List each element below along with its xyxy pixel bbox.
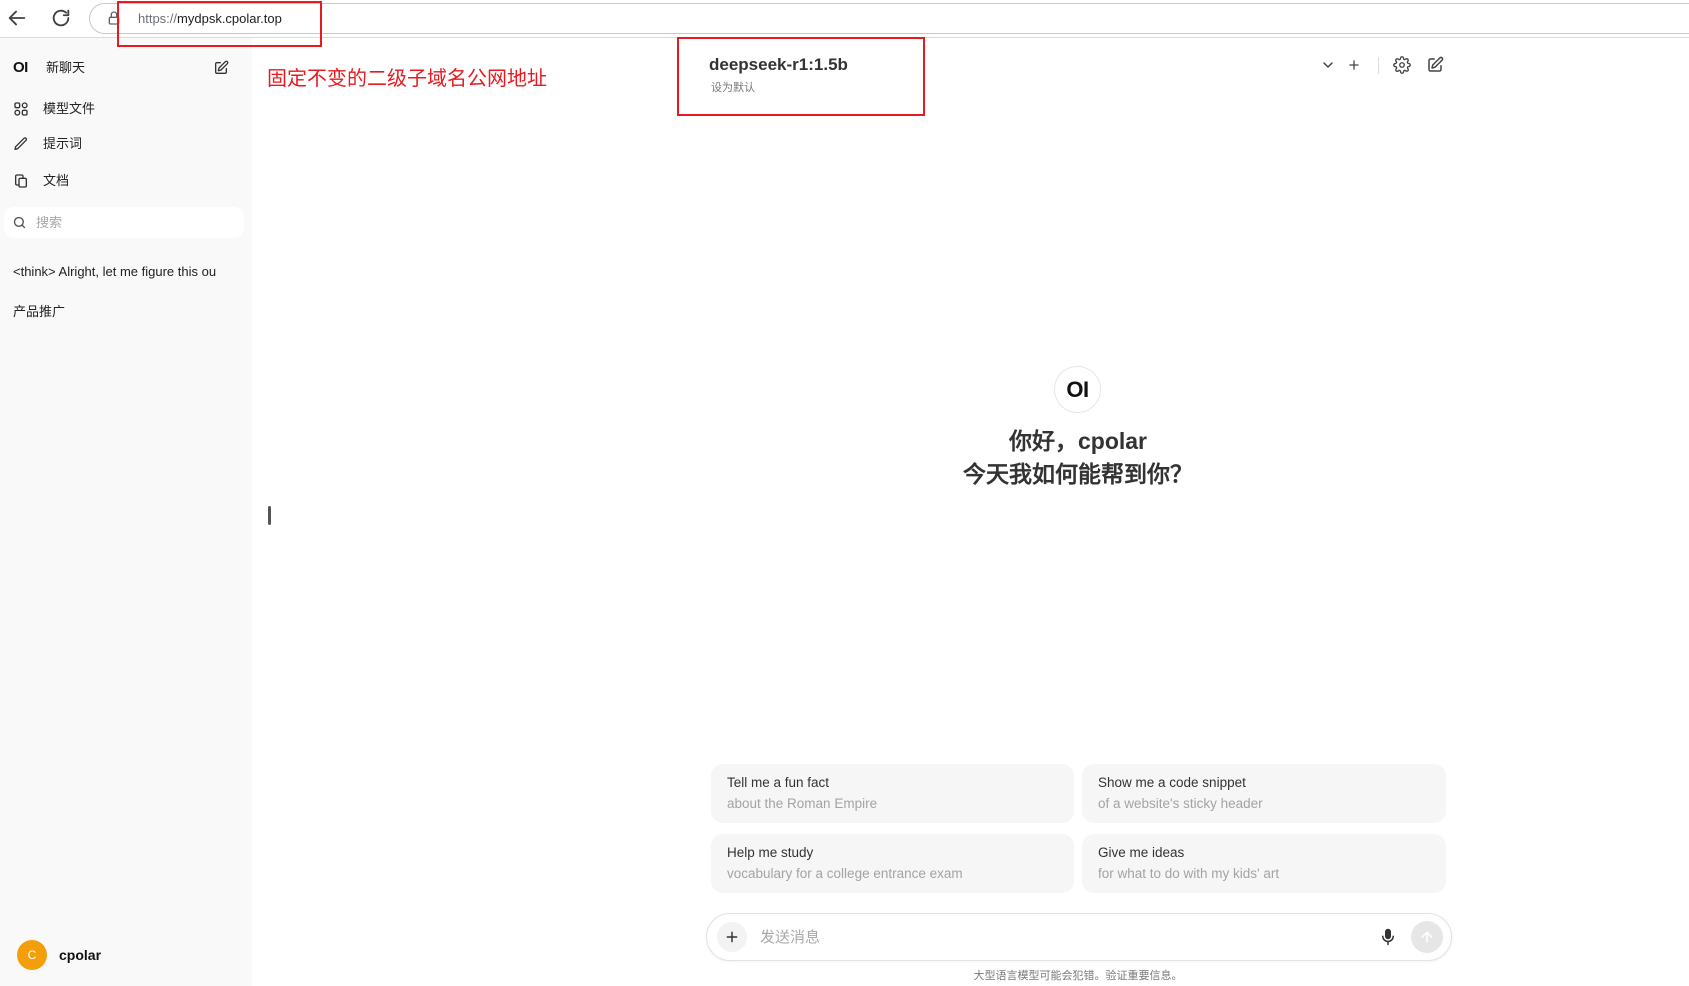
- search-icon: [12, 215, 27, 230]
- compose-icon[interactable]: [1426, 56, 1444, 74]
- microphone-icon[interactable]: [1379, 928, 1397, 946]
- sidebar-item-label: 文档: [43, 173, 70, 188]
- app-logo: OI: [13, 59, 28, 76]
- chat-title: 产品推广: [13, 304, 66, 319]
- suggestion-card[interactable]: Give me ideas for what to do with my kid…: [1082, 834, 1446, 893]
- suggestion-subtitle: about the Roman Empire: [727, 796, 878, 811]
- welcome-logo: OI: [1054, 366, 1101, 413]
- sidebar: OI 新聊天 模型文件 提示词 文档 搜索 <think> Alright, l…: [0, 38, 252, 986]
- sidebar-item-models[interactable]: 模型文件: [0, 94, 252, 124]
- annotation-box-model: [677, 37, 925, 116]
- suggestion-title: Show me a code snippet: [1098, 775, 1246, 790]
- copy-icon: [13, 173, 29, 189]
- suggestion-card[interactable]: Help me study vocabulary for a college e…: [711, 834, 1074, 893]
- plus-icon: [726, 931, 738, 943]
- sidebar-toggle-handle[interactable]: [268, 506, 271, 525]
- suggestion-subtitle: vocabulary for a college entrance exam: [727, 866, 963, 881]
- user-menu-button[interactable]: C cpolar: [0, 940, 252, 970]
- user-name: cpolar: [59, 947, 102, 963]
- chat-history-item[interactable]: 产品推广: [6, 297, 242, 327]
- chat-title: <think> Alright, let me figure this ou: [13, 264, 217, 279]
- address-bar[interactable]: https://mydpsk.cpolar.top: [89, 3, 1689, 34]
- suggestion-subtitle: of a website's sticky header: [1098, 796, 1263, 811]
- refresh-icon: [52, 9, 70, 27]
- chevron-down-icon[interactable]: [1320, 57, 1336, 73]
- attach-button[interactable]: [717, 922, 747, 952]
- sidebar-item-prompts[interactable]: 提示词: [0, 129, 252, 159]
- search-box[interactable]: [4, 207, 244, 238]
- back-button[interactable]: [6, 7, 28, 29]
- new-chat-button[interactable]: OI 新聊天: [0, 53, 252, 83]
- sidebar-item-documents[interactable]: 文档: [0, 166, 252, 196]
- plus-icon[interactable]: [1347, 58, 1361, 72]
- greeting-subtitle: 今天我如何能帮到你？: [963, 461, 1193, 487]
- new-chat-label: 新聊天: [46, 60, 86, 75]
- annotation-label: 固定不变的二级子域名公网地址: [267, 68, 547, 90]
- suggestion-card[interactable]: Tell me a fun fact about the Roman Empir…: [711, 764, 1074, 823]
- sidebar-item-label: 提示词: [43, 136, 83, 151]
- main-area: deepseek-r1:1.5b 设为默认 OI 你好，cpolar 今天我如何…: [252, 38, 1689, 986]
- message-input[interactable]: [760, 914, 1360, 960]
- arrow-left-icon: [8, 10, 26, 26]
- compose-icon[interactable]: [213, 60, 229, 76]
- page: https://mydpsk.cpolar.top OI 新聊天 模型文件 提示…: [0, 0, 1689, 986]
- greeting-title: 你好，cpolar: [1008, 428, 1148, 454]
- arrow-up-icon: [1421, 931, 1433, 943]
- pencil-icon: [13, 136, 29, 152]
- disclaimer-text: 大型语言模型可能会犯错。验证重要信息。: [973, 970, 1183, 982]
- chat-history-item[interactable]: <think> Alright, let me figure this ou: [6, 257, 242, 287]
- sidebar-item-label: 模型文件: [43, 101, 96, 116]
- annotation-box-url: [117, 1, 322, 47]
- message-composer: [706, 913, 1452, 961]
- refresh-button[interactable]: [50, 7, 72, 29]
- gear-icon[interactable]: [1393, 56, 1411, 74]
- avatar: C: [17, 940, 47, 970]
- suggestion-subtitle: for what to do with my kids' art: [1098, 866, 1280, 881]
- search-input[interactable]: [36, 207, 236, 238]
- suggestion-title: Tell me a fun fact: [727, 775, 830, 790]
- send-button[interactable]: [1411, 921, 1443, 953]
- grid-icon: [13, 101, 29, 117]
- suggestion-card[interactable]: Show me a code snippet of a website's st…: [1082, 764, 1446, 823]
- suggestion-title: Give me ideas: [1098, 845, 1185, 860]
- suggestion-title: Help me study: [727, 845, 814, 860]
- header-divider: [1378, 57, 1379, 74]
